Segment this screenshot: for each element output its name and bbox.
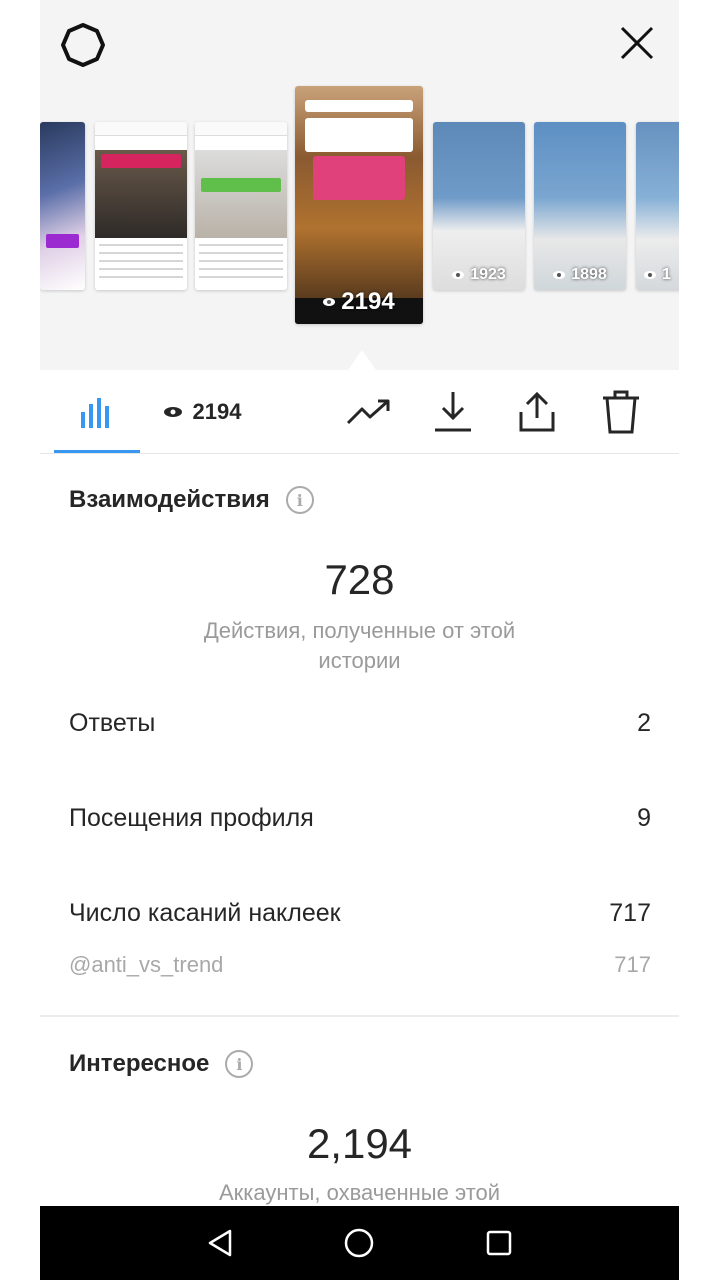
stories-strip: 2194 1923 1898 1 bbox=[40, 0, 679, 370]
metric-value: 9 bbox=[637, 804, 651, 832]
promote-button[interactable] bbox=[344, 388, 394, 436]
section-title: Интересное bbox=[69, 1050, 210, 1077]
recents-icon bbox=[486, 1230, 512, 1256]
story-sticker bbox=[46, 234, 79, 248]
metric-value: 2 bbox=[637, 709, 651, 737]
eye-icon bbox=[644, 271, 656, 279]
bar-chart-icon bbox=[81, 398, 109, 428]
metric-label: Ответы bbox=[69, 709, 156, 737]
metric-label: Посещения профиля bbox=[69, 804, 314, 832]
story-views: 1898 bbox=[534, 266, 626, 284]
interactions-header: Взаимодействия i bbox=[69, 486, 314, 514]
story-thumbnail[interactable] bbox=[95, 122, 187, 290]
close-button[interactable] bbox=[612, 18, 662, 68]
trash-icon bbox=[603, 390, 639, 434]
story-sticker bbox=[305, 118, 413, 152]
story-thumbnail-selected[interactable]: 2194 bbox=[295, 86, 423, 324]
views-counter: 2194 bbox=[152, 388, 252, 436]
info-icon[interactable]: i bbox=[285, 486, 314, 514]
delete-button[interactable] bbox=[596, 388, 646, 436]
info-icon[interactable]: i bbox=[225, 1050, 254, 1078]
trend-icon bbox=[346, 399, 390, 425]
insights-screen: 2194 1923 1898 1 2194 Взаимодействия i 7… bbox=[40, 0, 679, 1280]
eye-icon bbox=[323, 298, 336, 306]
interactions-caption: Действия, полученные от этой истории bbox=[203, 618, 516, 673]
metric-label: Число касаний наклеек bbox=[69, 899, 341, 927]
story-views: 2194 bbox=[295, 288, 423, 316]
active-tab-indicator bbox=[54, 450, 140, 453]
home-icon bbox=[345, 1228, 374, 1258]
views-count: 2194 bbox=[192, 399, 242, 424]
insights-tab[interactable] bbox=[54, 388, 140, 436]
story-sticker bbox=[101, 154, 181, 168]
story-sticker bbox=[313, 156, 405, 200]
metric-row: Число касаний наклеек 717 bbox=[69, 899, 651, 928]
story-text bbox=[199, 244, 283, 284]
story-thumbnail[interactable]: 1923 bbox=[433, 122, 525, 290]
discovery-header: Интересное i bbox=[69, 1050, 254, 1078]
download-icon bbox=[435, 392, 471, 432]
share-icon bbox=[519, 391, 555, 432]
story-views: 1 bbox=[636, 266, 679, 284]
settings-button[interactable] bbox=[58, 20, 108, 70]
story-header bbox=[195, 122, 287, 136]
metric-value: 717 bbox=[609, 899, 651, 927]
section-divider bbox=[40, 1015, 679, 1017]
sticker-tap-value: 717 bbox=[614, 952, 651, 977]
sticker-tap-row: @anti_vs_trend 717 bbox=[69, 952, 651, 978]
back-icon bbox=[208, 1229, 232, 1257]
eye-icon bbox=[163, 407, 182, 417]
story-toolbar: 2194 bbox=[40, 370, 679, 454]
section-title: Взаимодействия bbox=[69, 486, 270, 513]
story-thumbnail[interactable] bbox=[40, 122, 85, 290]
close-icon bbox=[620, 26, 654, 60]
story-header bbox=[95, 122, 187, 136]
recents-button[interactable] bbox=[477, 1221, 521, 1265]
metric-row: Посещения профиля 9 bbox=[69, 804, 651, 833]
story-sticker bbox=[201, 178, 281, 192]
download-button[interactable] bbox=[428, 388, 478, 436]
settings-icon bbox=[61, 23, 105, 67]
sticker-username: @anti_vs_trend bbox=[69, 952, 224, 977]
story-views: 1923 bbox=[433, 266, 525, 284]
discovery-caption: Аккаунты, охваченные этой bbox=[218, 1180, 501, 1205]
discovery-total: 2,194 bbox=[306, 1120, 413, 1167]
selection-caret bbox=[348, 350, 376, 370]
metric-row: Ответы 2 bbox=[69, 709, 651, 738]
interactions-total: 728 bbox=[324, 556, 395, 603]
story-image bbox=[195, 150, 287, 238]
story-sticker bbox=[305, 100, 413, 112]
system-nav-bar bbox=[40, 1206, 679, 1280]
eye-icon bbox=[452, 271, 465, 279]
story-thumbnail[interactable]: 1 bbox=[636, 122, 679, 290]
share-button[interactable] bbox=[512, 388, 562, 436]
eye-icon bbox=[553, 271, 566, 279]
story-text bbox=[99, 244, 183, 284]
back-button[interactable] bbox=[198, 1221, 242, 1265]
story-thumbnail[interactable] bbox=[195, 122, 287, 290]
home-button[interactable] bbox=[337, 1221, 381, 1265]
story-thumbnail[interactable]: 1898 bbox=[534, 122, 626, 290]
